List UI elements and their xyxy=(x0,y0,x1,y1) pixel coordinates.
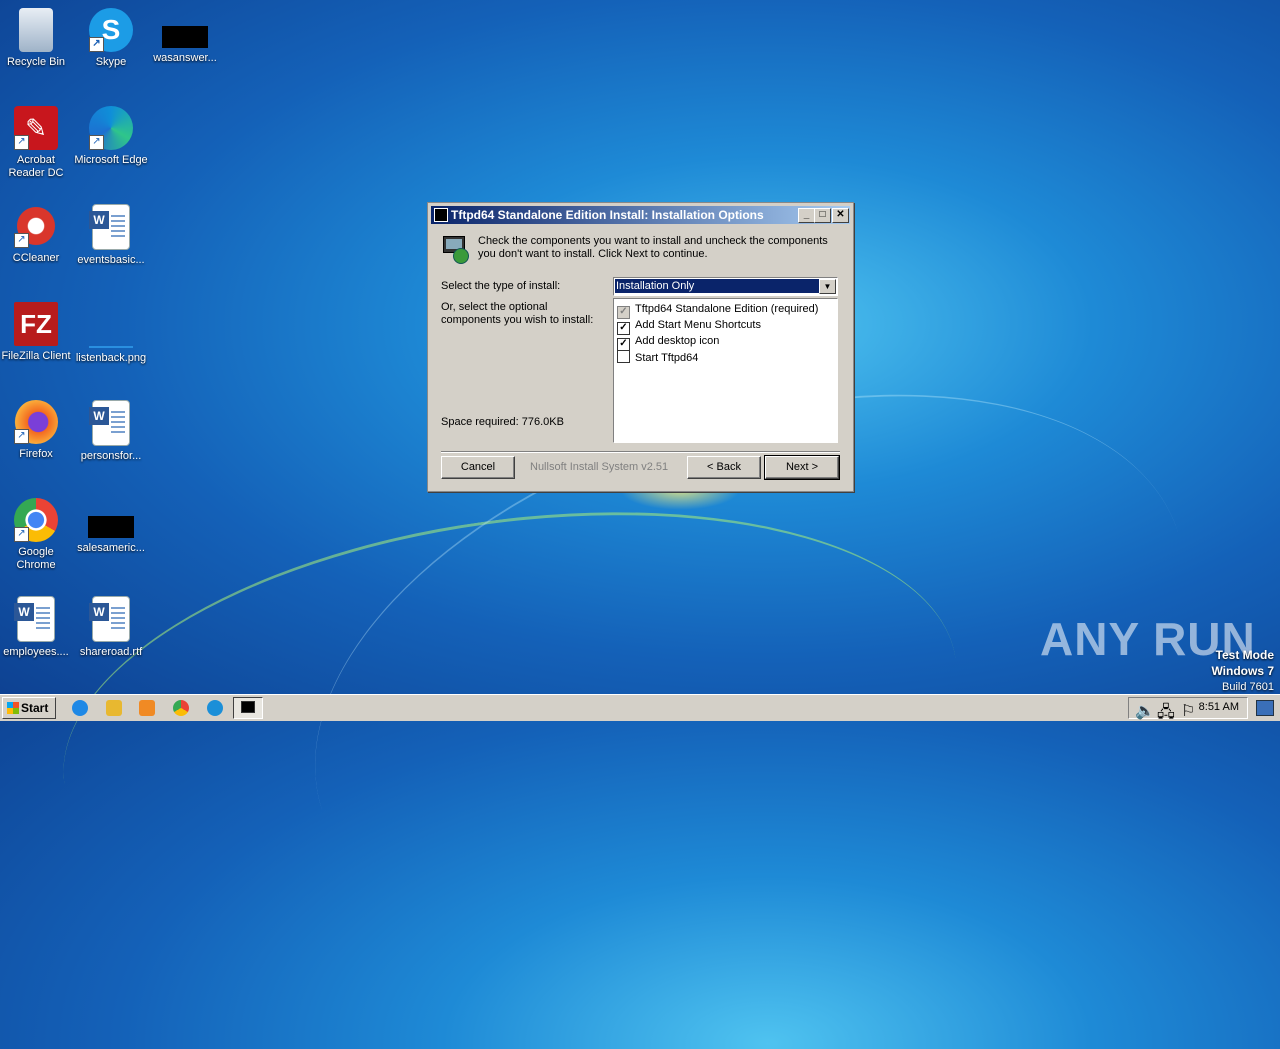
windows-logo-icon xyxy=(7,702,19,714)
word-document-icon: W xyxy=(14,596,55,642)
network-icon[interactable]: 🖧 xyxy=(1157,701,1175,721)
component-item-start-tftpd64[interactable]: Start Tftpd64 xyxy=(617,350,698,364)
dialog-titlebar[interactable]: Tftpd64 Standalone Edition Install: Inst… xyxy=(431,206,850,224)
optional-components-label: Or, select the optional components you w… xyxy=(441,301,594,326)
media-player-icon[interactable] xyxy=(139,700,155,716)
volume-icon[interactable]: 🔈 xyxy=(1135,701,1155,720)
desktop-icon-label: employees.... xyxy=(3,646,69,658)
start-button[interactable]: Start xyxy=(2,697,56,719)
system-tray: 🔈 🖧 ⚐ 8:51 AM xyxy=(1128,697,1248,721)
acrobat-icon: ✎ ↗ xyxy=(14,106,58,150)
internet-explorer-icon[interactable] xyxy=(72,700,88,716)
desktop-icon-label: shareroad.rtf xyxy=(79,646,143,658)
components-list: ✓ Tftpd64 Standalone Edition (required) ✓… xyxy=(613,298,838,443)
desktop-icon-label: Recycle Bin xyxy=(6,56,66,68)
desktop-icon-eventsbasic[interactable]: W eventsbasic... xyxy=(73,204,149,267)
installer-task-icon xyxy=(241,701,255,713)
recycle-bin-icon xyxy=(19,8,53,52)
desktop-icon-label: eventsbasic... xyxy=(77,254,145,266)
taskbar-clock[interactable]: 8:51 AM xyxy=(1199,701,1239,713)
desktop-icon-edge[interactable]: ↗ Microsoft Edge xyxy=(73,106,149,167)
edge-taskbar-icon[interactable] xyxy=(207,700,223,716)
shortcut-arrow-icon: ↗ xyxy=(89,135,104,150)
desktop-icon-recycle-bin[interactable]: Recycle Bin xyxy=(0,8,74,69)
component-item-start-menu[interactable]: ✓ Add Start Menu Shortcuts xyxy=(617,318,761,335)
desktop-icon-label: Google Chrome xyxy=(16,546,56,571)
file-explorer-icon[interactable] xyxy=(106,700,122,716)
desktop-icon-label: Firefox xyxy=(19,448,53,460)
back-button[interactable]: < Back xyxy=(687,456,761,479)
component-item-required: ✓ Tftpd64 Standalone Edition (required) xyxy=(617,302,818,319)
desktop-icon-label: personsfor... xyxy=(80,450,142,462)
firefox-icon: ↗ xyxy=(14,400,58,444)
desktop-icon-label: FileZilla Client xyxy=(1,350,71,362)
installer-dialog: Tftpd64 Standalone Edition Install: Inst… xyxy=(427,202,854,492)
show-desktop-icon[interactable] xyxy=(1256,700,1274,716)
component-item-desktop-icon[interactable]: ✓ Add desktop icon xyxy=(617,334,719,351)
taskbar: Start 🔈 🖧 ⚐ 8:51 AM xyxy=(0,694,1280,721)
dialog-title: Tftpd64 Standalone Edition Install: Inst… xyxy=(451,208,764,222)
desktop-icon-firefox[interactable]: ↗ Firefox xyxy=(0,400,74,461)
test-mode-notice: Test Mode Windows 7 Build 7601 xyxy=(1211,648,1274,693)
shortcut-arrow-icon: ↗ xyxy=(14,233,29,248)
next-button[interactable]: Next > xyxy=(764,455,840,480)
desktop-icon-label: wasanswer... xyxy=(153,52,217,64)
image-file-icon xyxy=(89,326,133,348)
desktop-icon-label: CCleaner xyxy=(12,252,60,264)
desktop-icon-wasanswer[interactable]: wasanswer... xyxy=(147,8,223,65)
word-document-icon: W xyxy=(89,204,130,250)
action-center-flag-icon[interactable]: ⚐ xyxy=(1181,701,1195,720)
desktop-icon-label: Skype xyxy=(95,56,127,68)
desktop-icon-employees[interactable]: W employees.... xyxy=(0,596,74,659)
dropdown-arrow-icon[interactable]: ▼ xyxy=(819,279,836,294)
filezilla-icon: FZ xyxy=(14,302,58,346)
desktop-icon-listenback[interactable]: listenback.png xyxy=(73,302,149,365)
desktop-icon-label: listenback.png xyxy=(75,352,147,364)
desktop-icon-chrome[interactable]: ↗ Google Chrome xyxy=(0,498,74,572)
file-thumbnail-icon xyxy=(88,516,134,538)
skype-icon: S ↗ xyxy=(89,8,133,52)
checkbox-start-tftpd64[interactable] xyxy=(617,350,630,363)
desktop-icon-filezilla[interactable]: FZ FileZilla Client xyxy=(0,302,74,363)
close-button[interactable]: ✕ xyxy=(832,208,849,223)
desktop-icon-label: Acrobat Reader DC xyxy=(8,154,64,179)
shortcut-arrow-icon: ↗ xyxy=(89,37,104,52)
install-type-select[interactable]: Installation Only ▼ xyxy=(613,277,838,296)
minimize-button[interactable]: _ xyxy=(798,208,815,223)
file-thumbnail-icon xyxy=(162,26,208,48)
desktop-icon-ccleaner[interactable]: ↗ CCleaner xyxy=(0,204,74,265)
chrome-taskbar-icon[interactable] xyxy=(173,700,189,716)
desktop-icon-salesameric[interactable]: salesameric... xyxy=(73,498,149,555)
installer-computer-icon xyxy=(441,234,471,264)
desktop-icon-shareroad[interactable]: W shareroad.rtf xyxy=(73,596,149,659)
chrome-icon: ↗ xyxy=(14,498,58,542)
desktop-icon-label: Microsoft Edge xyxy=(74,154,148,166)
maximize-button[interactable]: □ xyxy=(814,208,831,223)
word-document-icon: W xyxy=(89,400,130,446)
ccleaner-icon: ↗ xyxy=(14,204,58,248)
edge-icon: ↗ xyxy=(89,106,133,150)
install-type-value: Installation Only xyxy=(615,279,819,293)
desktop-icon-skype[interactable]: S ↗ Skype xyxy=(73,8,149,69)
word-document-icon: W xyxy=(89,596,130,642)
taskbar-item-installer[interactable] xyxy=(233,697,263,719)
shortcut-arrow-icon: ↗ xyxy=(14,429,29,444)
nsis-branding: Nullsoft Install System v2.51 xyxy=(530,461,669,473)
branding-separator xyxy=(441,451,840,453)
cancel-button[interactable]: Cancel xyxy=(441,456,515,479)
space-required-text: Space required: 776.0KB xyxy=(441,416,564,428)
shortcut-arrow-icon: ↗ xyxy=(14,135,29,150)
desktop-icon-label: salesameric... xyxy=(77,542,145,554)
instructions-text: Check the components you want to install… xyxy=(478,235,828,260)
shortcut-arrow-icon: ↗ xyxy=(14,527,29,542)
desktop-icon-acrobat[interactable]: ✎ ↗ Acrobat Reader DC xyxy=(0,106,74,180)
desktop-icon-personsfor[interactable]: W personsfor... xyxy=(73,400,149,463)
app-icon xyxy=(434,208,448,222)
install-type-label: Select the type of install: xyxy=(441,280,561,292)
